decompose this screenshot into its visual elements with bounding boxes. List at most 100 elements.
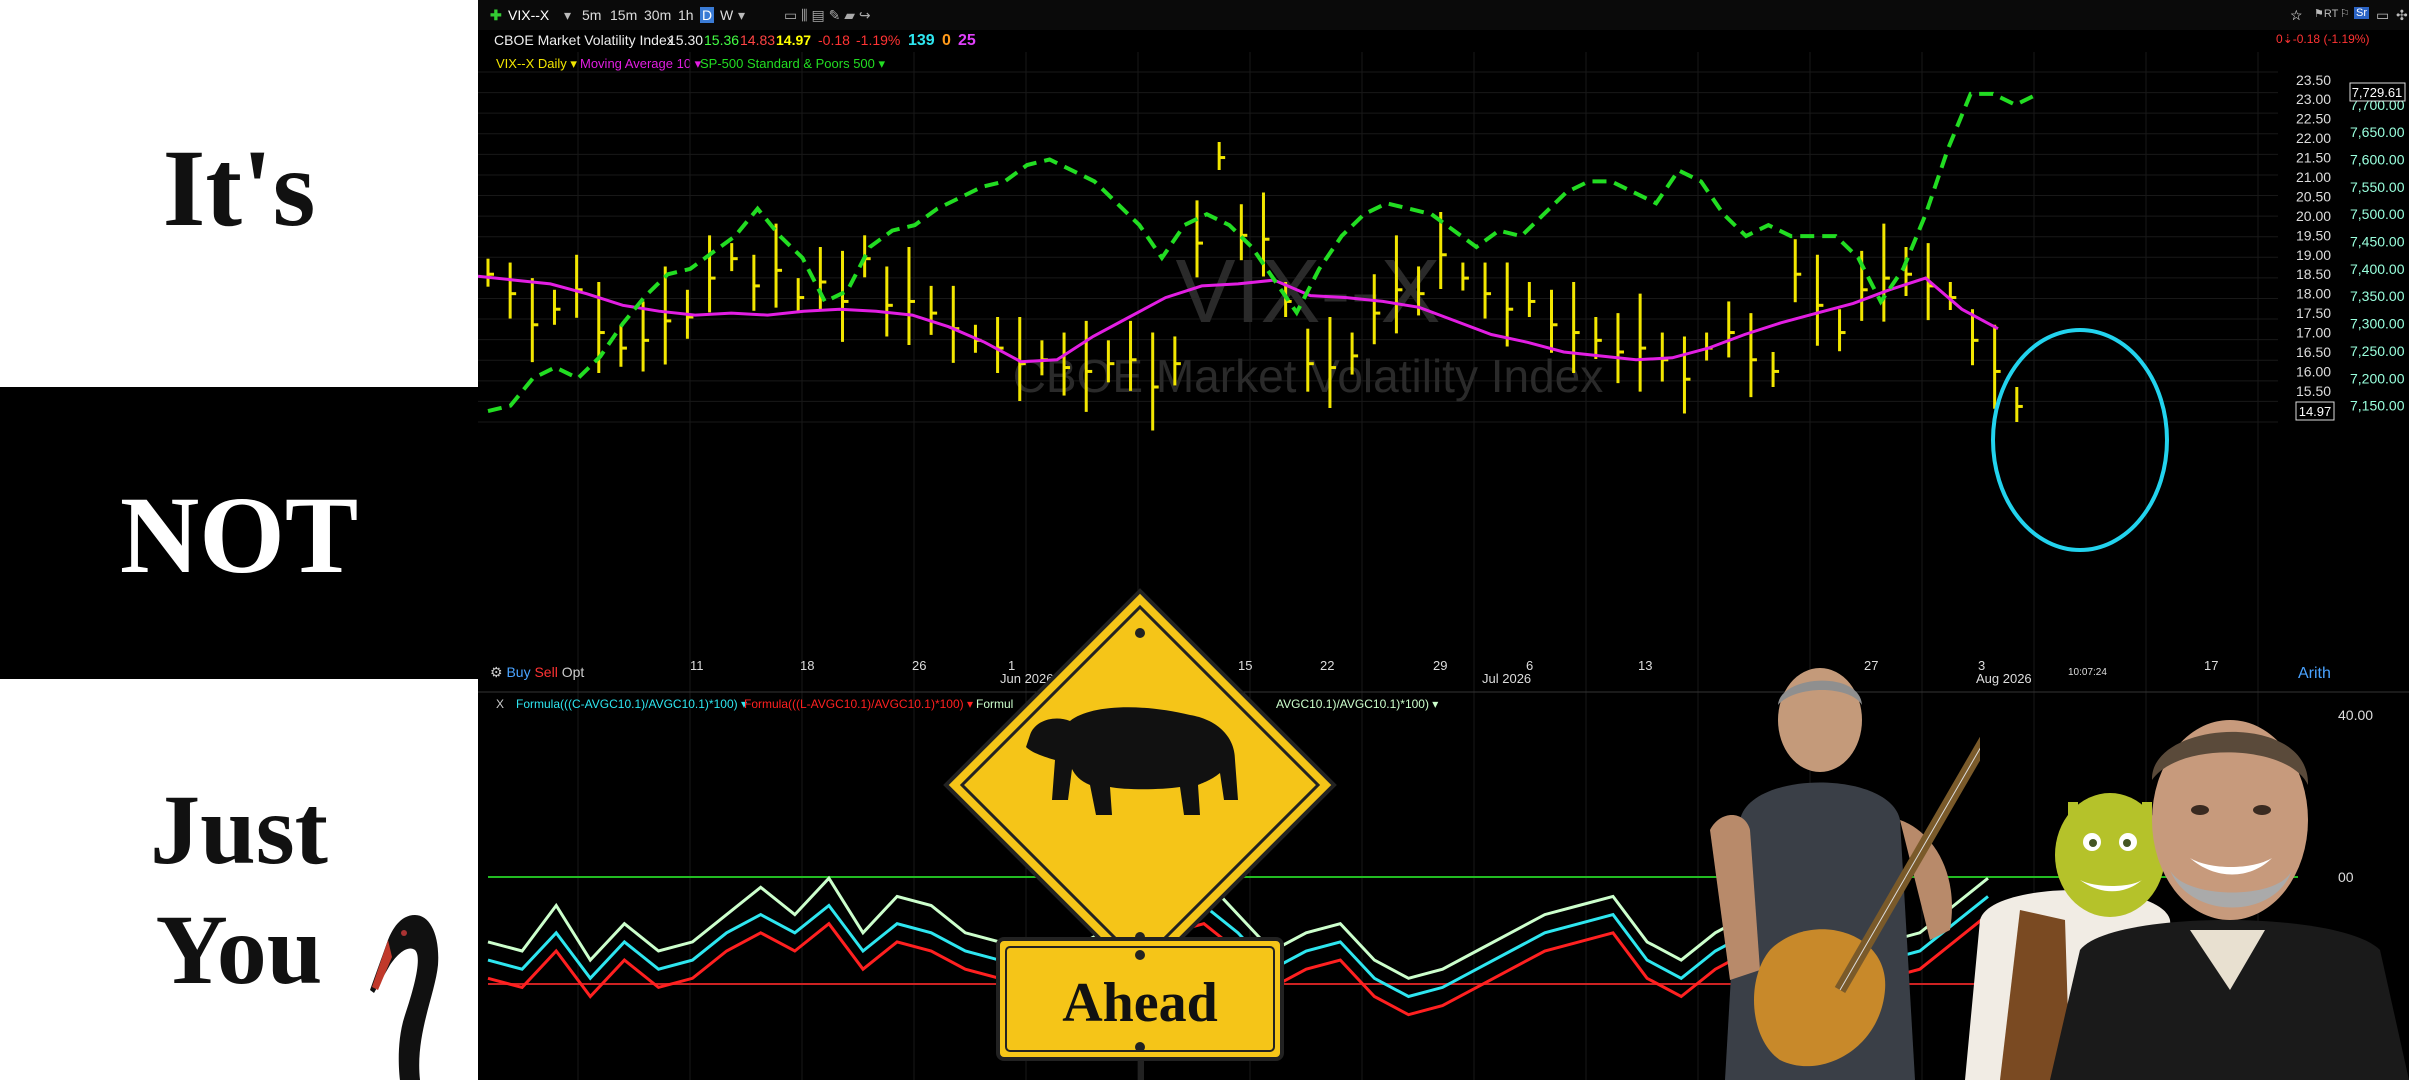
x-tick: 13 bbox=[1638, 658, 1652, 673]
y-tick-vix: 15.50 bbox=[2296, 383, 2331, 399]
formula-low-label: Formula(((L-AVGC10.1)/AVGC10.1)*100) bbox=[744, 697, 964, 711]
y-tick-sp500: 7,450.00 bbox=[2350, 234, 2405, 250]
x-tick: 6 bbox=[1526, 658, 1533, 673]
share-icon[interactable]: ↪ bbox=[859, 7, 871, 23]
scale-mode-button[interactable]: Arith bbox=[2298, 665, 2331, 683]
settings-icon[interactable]: ⚙ bbox=[490, 664, 503, 680]
studies-icon[interactable]: ⫼ bbox=[801, 7, 807, 23]
time-label: 10:07:24 bbox=[2068, 667, 2107, 678]
formula-close-label: Formula(((C-AVGC10.1)/AVGC10.1)*100) bbox=[516, 697, 738, 711]
y-tick-vix: 20.00 bbox=[2296, 208, 2331, 224]
sell-button[interactable]: Sell bbox=[534, 664, 557, 680]
interval-5m[interactable]: 5m bbox=[580, 7, 603, 23]
quote-low: 14.83 bbox=[740, 32, 776, 48]
quote-change: -0.18 bbox=[818, 32, 850, 48]
layout-icon[interactable]: ▤ bbox=[811, 7, 824, 23]
lower-close-button[interactable]: X bbox=[496, 697, 504, 711]
draw-icon[interactable]: ✎ bbox=[829, 7, 841, 23]
toolbar-tools: ▭ ⫼ ▤ ✎ ▰ ↪ bbox=[784, 7, 871, 24]
black-swan-image bbox=[370, 915, 439, 1080]
y-tick-vix: 23.50 bbox=[2296, 72, 2331, 88]
smiling-man-photo bbox=[2050, 720, 2409, 1080]
x-tick: 26 bbox=[912, 658, 926, 673]
y-tick-vix: 22.50 bbox=[2296, 111, 2331, 127]
interval-d[interactable]: D bbox=[700, 7, 715, 23]
highlight-circle bbox=[1991, 328, 2169, 552]
y-tick-vix: 21.00 bbox=[2296, 169, 2331, 185]
x-tick: Jul 2026 bbox=[1482, 671, 1531, 686]
flag-rt-icon[interactable]: ⚑RT bbox=[2314, 7, 2338, 20]
y-tick-vix: 18.50 bbox=[2296, 266, 2331, 282]
x-axis: 11 18 26 1Jun 202615 22 29Jul 20266 13 27 3Aug 2… bbox=[690, 658, 2218, 686]
y-tick-sp500: 7,200.00 bbox=[2350, 370, 2405, 386]
interval-1h[interactable]: 1h bbox=[676, 7, 696, 23]
quote-close: 14.97 bbox=[776, 32, 812, 48]
chart-toolbar: ✚ VIX--X ▾ 5m 15m 30m 1h D W ▾ ▭ ⫼ ▤ ✎ ▰… bbox=[478, 0, 2409, 30]
y-axis-sp500: 7,700.007,650.007,600.007,550.007,500.00… bbox=[2350, 97, 2405, 414]
y-tick-sp500: 7,400.00 bbox=[2350, 261, 2405, 277]
y-tick-vix: 23.00 bbox=[2296, 91, 2331, 107]
chart-type-icon[interactable]: ▭ bbox=[784, 7, 797, 23]
interval-15m[interactable]: 15m bbox=[608, 7, 639, 23]
right-change-abs: -0.18 bbox=[2292, 32, 2321, 46]
y-tick-sp500: 7,350.00 bbox=[2350, 288, 2405, 304]
x-tick: 18 bbox=[800, 658, 814, 673]
caption-its: It's bbox=[162, 127, 316, 249]
bear-ahead-sign: Ahead bbox=[943, 588, 1337, 1080]
x-tick: 17 bbox=[2204, 658, 2218, 673]
y-tick-vix: 17.00 bbox=[2296, 325, 2331, 341]
y-tick-vix: 21.50 bbox=[2296, 150, 2331, 166]
y-tick-sp500: 7,550.00 bbox=[2350, 179, 2405, 195]
y-tick-vix: 18.00 bbox=[2296, 286, 2331, 302]
x-tick: 11 bbox=[690, 658, 704, 673]
quote-open: 15.30 bbox=[668, 32, 704, 48]
interval-30m[interactable]: 30m bbox=[642, 7, 673, 23]
x-tick: Aug 2026 bbox=[1976, 671, 2032, 686]
favorite-star-icon[interactable]: ☆ bbox=[2290, 7, 2303, 24]
symbol-field[interactable]: VIX--X bbox=[508, 7, 549, 23]
y-tick-sp500: 7,600.00 bbox=[2350, 152, 2405, 168]
y-tick-sp500: 7,250.00 bbox=[2350, 343, 2405, 359]
caption-just: Just bbox=[150, 774, 328, 885]
ahead-text: Ahead bbox=[1062, 972, 1218, 1034]
x-tick: 29 bbox=[1433, 658, 1447, 673]
bassist-photo bbox=[1710, 668, 1980, 1080]
y-tick-sp500: 7,150.00 bbox=[2350, 398, 2405, 414]
y-tick-sp500: 7,500.00 bbox=[2350, 206, 2405, 222]
sr-icon[interactable]: Sr bbox=[2354, 7, 2369, 19]
last-sp-label: 7,729.61 bbox=[2352, 85, 2403, 100]
y-axis-vix: 23.50 23.00 22.50 22.00 21.50 21.00 20.50 20.00… bbox=[2296, 72, 2331, 419]
y-tick-vix: 19.00 bbox=[2296, 247, 2331, 263]
y-tick-sp500: 7,300.00 bbox=[2350, 316, 2405, 332]
right-change: 0⇣-0.18 (-1.19%) bbox=[2276, 32, 2370, 46]
opt-button[interactable]: Opt bbox=[562, 664, 585, 680]
y-tick-vix: 19.50 bbox=[2296, 227, 2331, 243]
quote-high: 15.36 bbox=[704, 32, 740, 48]
interval-w[interactable]: W bbox=[718, 7, 735, 23]
y-tick-vix: 20.50 bbox=[2296, 188, 2331, 204]
y-tick-vix: 22.00 bbox=[2296, 130, 2331, 146]
right-change-zero: 0 bbox=[2276, 32, 2283, 46]
instrument-name: CBOE Market Volatility Index bbox=[494, 32, 674, 48]
buy-button[interactable]: Buy bbox=[506, 664, 530, 680]
symbol-dropdown-icon[interactable]: ▾ bbox=[564, 7, 571, 24]
interval-dropdown-icon[interactable]: ▾ bbox=[736, 7, 747, 24]
quote-change-pct: -1.19% bbox=[856, 32, 901, 48]
y-tick-sp500: 7,650.00 bbox=[2350, 124, 2405, 140]
right-change-pct: (-1.19%) bbox=[2323, 32, 2370, 46]
flag-icon[interactable]: ⚐ bbox=[2340, 7, 2350, 20]
last-price-label: 14.97 bbox=[2299, 404, 2332, 419]
y-tick-vix: 17.50 bbox=[2296, 305, 2331, 321]
formula-low-study[interactable]: Formula(((L-AVGC10.1)/AVGC10.1)*100) ▾ bbox=[744, 697, 973, 711]
add-symbol-icon[interactable]: ✚ bbox=[490, 7, 502, 24]
formula-close-study[interactable]: Formula(((C-AVGC10.1)/AVGC10.1)*100) ▾ bbox=[516, 697, 747, 711]
stat-b: 0 bbox=[942, 32, 951, 49]
y-tick-vix: 16.00 bbox=[2296, 363, 2331, 379]
move-icon[interactable]: ✣ bbox=[2396, 7, 2408, 24]
text-icon[interactable]: ▰ bbox=[844, 7, 855, 23]
caption-not: NOT bbox=[119, 474, 359, 596]
minimize-icon[interactable]: ▭ bbox=[2376, 7, 2389, 24]
stat-c: 25 bbox=[958, 32, 976, 49]
stat-a: 139 bbox=[908, 32, 935, 49]
trade-bar: ⚙ Buy Sell Opt bbox=[490, 664, 584, 681]
